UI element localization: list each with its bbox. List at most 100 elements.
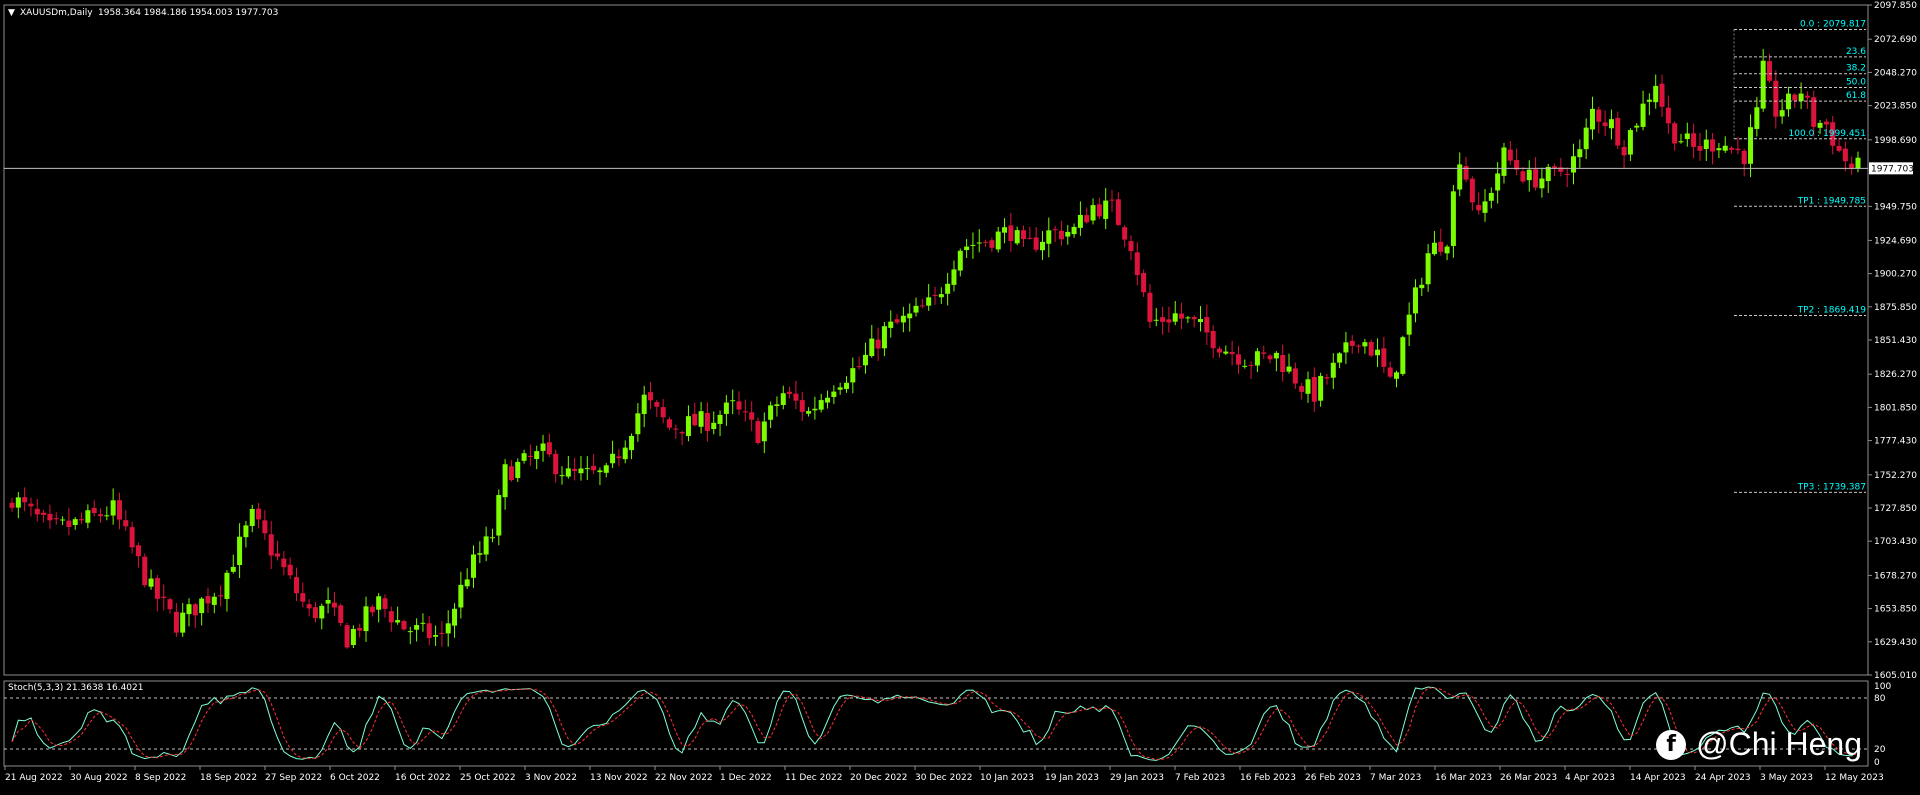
candle-body	[9, 502, 15, 508]
candle-body	[1400, 337, 1406, 374]
candle-body	[1273, 352, 1279, 359]
candle-body	[755, 421, 761, 443]
candle-body	[521, 453, 527, 461]
candle-body	[559, 475, 565, 477]
chart-frame	[3, 4, 1869, 767]
price-tick-label: 1998.690	[1874, 136, 1917, 146]
time-tick-label: 11 Dec 2022	[785, 773, 843, 783]
price-tick-label: 1653.850	[1874, 605, 1917, 615]
candle-body	[660, 407, 666, 418]
candle-body	[875, 339, 881, 349]
candle	[584, 456, 590, 480]
candle-body	[1602, 122, 1608, 127]
time-tick-label: 30 Aug 2022	[70, 773, 128, 783]
candle-body	[527, 455, 533, 458]
candle	[161, 584, 167, 611]
candle	[1356, 344, 1362, 354]
candle-body	[837, 387, 843, 390]
candle	[1482, 189, 1488, 222]
stoch-level-label: 0	[1874, 758, 1880, 768]
candle	[1583, 118, 1589, 160]
candle-body	[34, 508, 40, 515]
candle	[1646, 93, 1652, 116]
candle	[970, 232, 976, 259]
candle-body	[1254, 351, 1260, 366]
candle	[192, 602, 198, 628]
candle	[881, 321, 887, 357]
candle	[1463, 156, 1469, 183]
watermark-text: @Chi Heng	[1696, 726, 1862, 762]
candle-body	[407, 631, 413, 633]
candle-body	[1141, 273, 1147, 293]
candle-body	[1507, 149, 1513, 161]
price-tick-label: 1703.430	[1874, 537, 1917, 547]
candle	[452, 603, 458, 638]
candle-body	[1008, 225, 1014, 242]
price-tick-label: 2072.690	[1874, 35, 1917, 45]
take-profit-levels[interactable]: TP1 : 1949.785 TP2 : 1869.419 TP3 : 1739.3…	[1734, 196, 1867, 493]
candle-body	[1798, 93, 1804, 102]
candle-body	[673, 428, 679, 430]
candle-body	[85, 510, 91, 523]
symbol-label: XAUUSDm,Daily	[20, 8, 93, 18]
candle-body	[1299, 386, 1305, 392]
candle	[1305, 371, 1311, 403]
candle	[325, 587, 331, 614]
candle	[1052, 225, 1058, 243]
candle-body	[344, 625, 350, 648]
candle	[123, 510, 129, 531]
candle-body	[1292, 368, 1298, 384]
candle	[1046, 217, 1052, 258]
candle	[1324, 373, 1330, 385]
candle	[540, 434, 546, 462]
chart-svg[interactable]: 0.0 : 2079.817 23.6 38.2 50.0 61.8 100.0 : 19…	[0, 0, 1920, 791]
candle-body	[1185, 317, 1191, 319]
candle	[1216, 346, 1222, 358]
candle	[907, 303, 913, 332]
candle-body	[199, 598, 205, 614]
candle	[1627, 128, 1633, 162]
take-profit-label: TP2 : 1869.419	[1797, 306, 1867, 316]
candle-body	[983, 241, 989, 243]
candle	[704, 402, 710, 442]
candle-body	[452, 608, 458, 626]
candle	[1349, 335, 1355, 354]
candle	[983, 239, 989, 247]
candle	[1469, 176, 1475, 211]
fibonacci-retracement[interactable]: 0.0 : 2079.817 23.6 38.2 50.0 61.8 100.0 : 19…	[1733, 20, 1866, 140]
candle-body	[907, 313, 913, 319]
candle-body	[995, 231, 1001, 250]
candle-body	[1571, 156, 1577, 173]
time-tick-label: 21 Aug 2022	[5, 773, 63, 783]
candle-body	[825, 397, 831, 403]
candle-body	[72, 519, 78, 525]
candle-body	[749, 412, 755, 420]
candle-body	[1501, 147, 1507, 176]
price-tick-label: 2023.850	[1874, 102, 1917, 112]
candle	[825, 390, 831, 409]
candle-body	[1855, 157, 1861, 169]
candle	[1842, 141, 1848, 172]
candle-body	[1210, 331, 1216, 349]
candle	[1754, 96, 1760, 137]
fib-level-label: 38.2	[1846, 64, 1866, 74]
candle-body	[1128, 241, 1134, 251]
candle	[1571, 143, 1577, 185]
collapse-triangle-icon[interactable]: ▼	[8, 8, 15, 18]
candle	[243, 521, 249, 548]
candle-body	[666, 419, 672, 428]
candle-body	[79, 519, 85, 521]
candle-body	[1166, 319, 1172, 323]
candle-body	[1027, 237, 1033, 239]
chart-window[interactable]: 0.0 : 2079.817 23.6 38.2 50.0 61.8 100.0 : 19…	[0, 0, 1920, 791]
candle-body	[1615, 117, 1621, 146]
candle	[1248, 361, 1254, 380]
candle-body	[1817, 122, 1823, 128]
candle-body	[331, 602, 337, 608]
candle	[1659, 74, 1665, 117]
candle	[1292, 362, 1298, 389]
candle-body	[515, 461, 521, 478]
candle	[110, 488, 116, 525]
candle	[502, 459, 508, 510]
candle-body	[1065, 231, 1071, 237]
